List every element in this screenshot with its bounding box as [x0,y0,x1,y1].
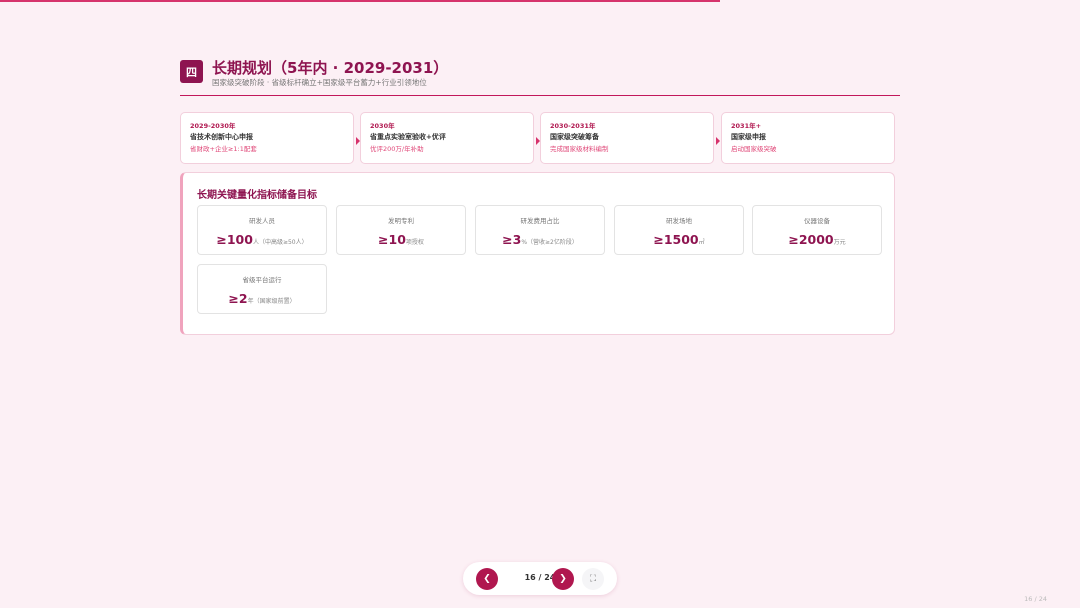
timeline-card: 2030年 省重点实验室验收+优评 优评200万/年补助 [360,112,534,164]
metric-card: 研发费用占比 ≥3%（营收≥2亿阶段） [475,205,605,255]
page-title: 长期规划（5年内 · 2029-2031） [212,59,449,77]
chevron-right-icon: ❯ [559,574,567,584]
metric-unit: 万元 [833,239,846,246]
metric-value: ≥1500 [653,232,699,247]
chevron-left-icon: ❮ [483,574,491,584]
prev-slide-button[interactable]: ❮ [476,568,498,590]
section-number-badge: 四 [180,60,203,83]
timeline-period: 2030年 [370,122,395,130]
corner-page-counter: 16 / 24 [1024,595,1047,603]
timeline-arrow-icon [716,137,720,145]
metric-label: 研发人员 [249,217,275,225]
metric-value: ≥2 [228,291,248,306]
timeline-note: 省财政+企业≥1:1配套 [190,145,257,153]
timeline-period: 2031年+ [731,122,762,130]
timeline-card: 2029-2030年 省技术创新中心申报 省财政+企业≥1:1配套 [180,112,354,164]
header-divider [180,95,900,96]
metric-card: 发明专利 ≥10项授权 [336,205,466,255]
slide-progress-fill [0,0,721,2]
metric-card: 仪器设备 ≥2000万元 [752,205,882,255]
timeline: 2029-2030年 省技术创新中心申报 省财政+企业≥1:1配套 2030年 … [180,112,895,164]
fullscreen-button[interactable]: ⛶ [582,568,604,590]
metric-value: ≥10 [378,232,406,247]
timeline-milestone: 省重点实验室验收+优评 [370,133,446,141]
next-slide-button[interactable]: ❯ [552,568,574,590]
metric-value: ≥2000 [788,232,834,247]
metric-value: ≥3 [502,232,522,247]
slide-progress-bar [0,0,1080,2]
fullscreen-icon: ⛶ [589,574,597,584]
metrics-panel: 长期关键量化指标储备目标 研发人员 ≥100人（中高级≥50人） 发明专利 ≥1… [180,172,895,335]
metric-unit: 年（国家级前置） [247,298,296,305]
timeline-note: 启动国家级突破 [731,145,777,153]
metric-card: 省级平台运行 ≥2年（国家级前置） [197,264,327,314]
slide-pager: ❮ 16 / 24 ❯ ⛶ [463,562,617,595]
timeline-card: 2030-2031年 国家级突破筹备 完成国家级材料编制 [540,112,714,164]
metric-unit: 项授权 [405,239,424,246]
metric-label: 研发费用占比 [520,217,560,225]
metric-card: 研发场地 ≥1500㎡ [614,205,744,255]
timeline-period: 2029-2030年 [190,122,236,130]
timeline-period: 2030-2031年 [550,122,596,130]
metric-unit: ㎡ [698,239,705,246]
metric-value: ≥100 [216,232,253,247]
metric-card: 研发人员 ≥100人（中高级≥50人） [197,205,327,255]
timeline-milestone: 省技术创新中心申报 [190,133,253,141]
page-subtitle: 国家级突破阶段 · 省级标杆确立+国家级平台蓄力+行业引领地位 [212,78,427,87]
timeline-note: 完成国家级材料编制 [550,145,609,153]
metric-label: 省级平台运行 [242,276,282,284]
metric-label: 研发场地 [666,217,692,225]
metric-label: 发明专利 [388,217,414,225]
timeline-note: 优评200万/年补助 [370,145,424,153]
metric-unit: 人（中高级≥50人） [252,239,308,246]
metrics-panel-title: 长期关键量化指标储备目标 [197,190,317,201]
timeline-card: 2031年+ 国家级申报 启动国家级突破 [721,112,895,164]
timeline-milestone: 国家级申报 [731,133,766,141]
metric-unit: %（营收≥2亿阶段） [521,239,578,246]
timeline-milestone: 国家级突破筹备 [550,133,599,141]
metric-label: 仪器设备 [804,217,830,225]
